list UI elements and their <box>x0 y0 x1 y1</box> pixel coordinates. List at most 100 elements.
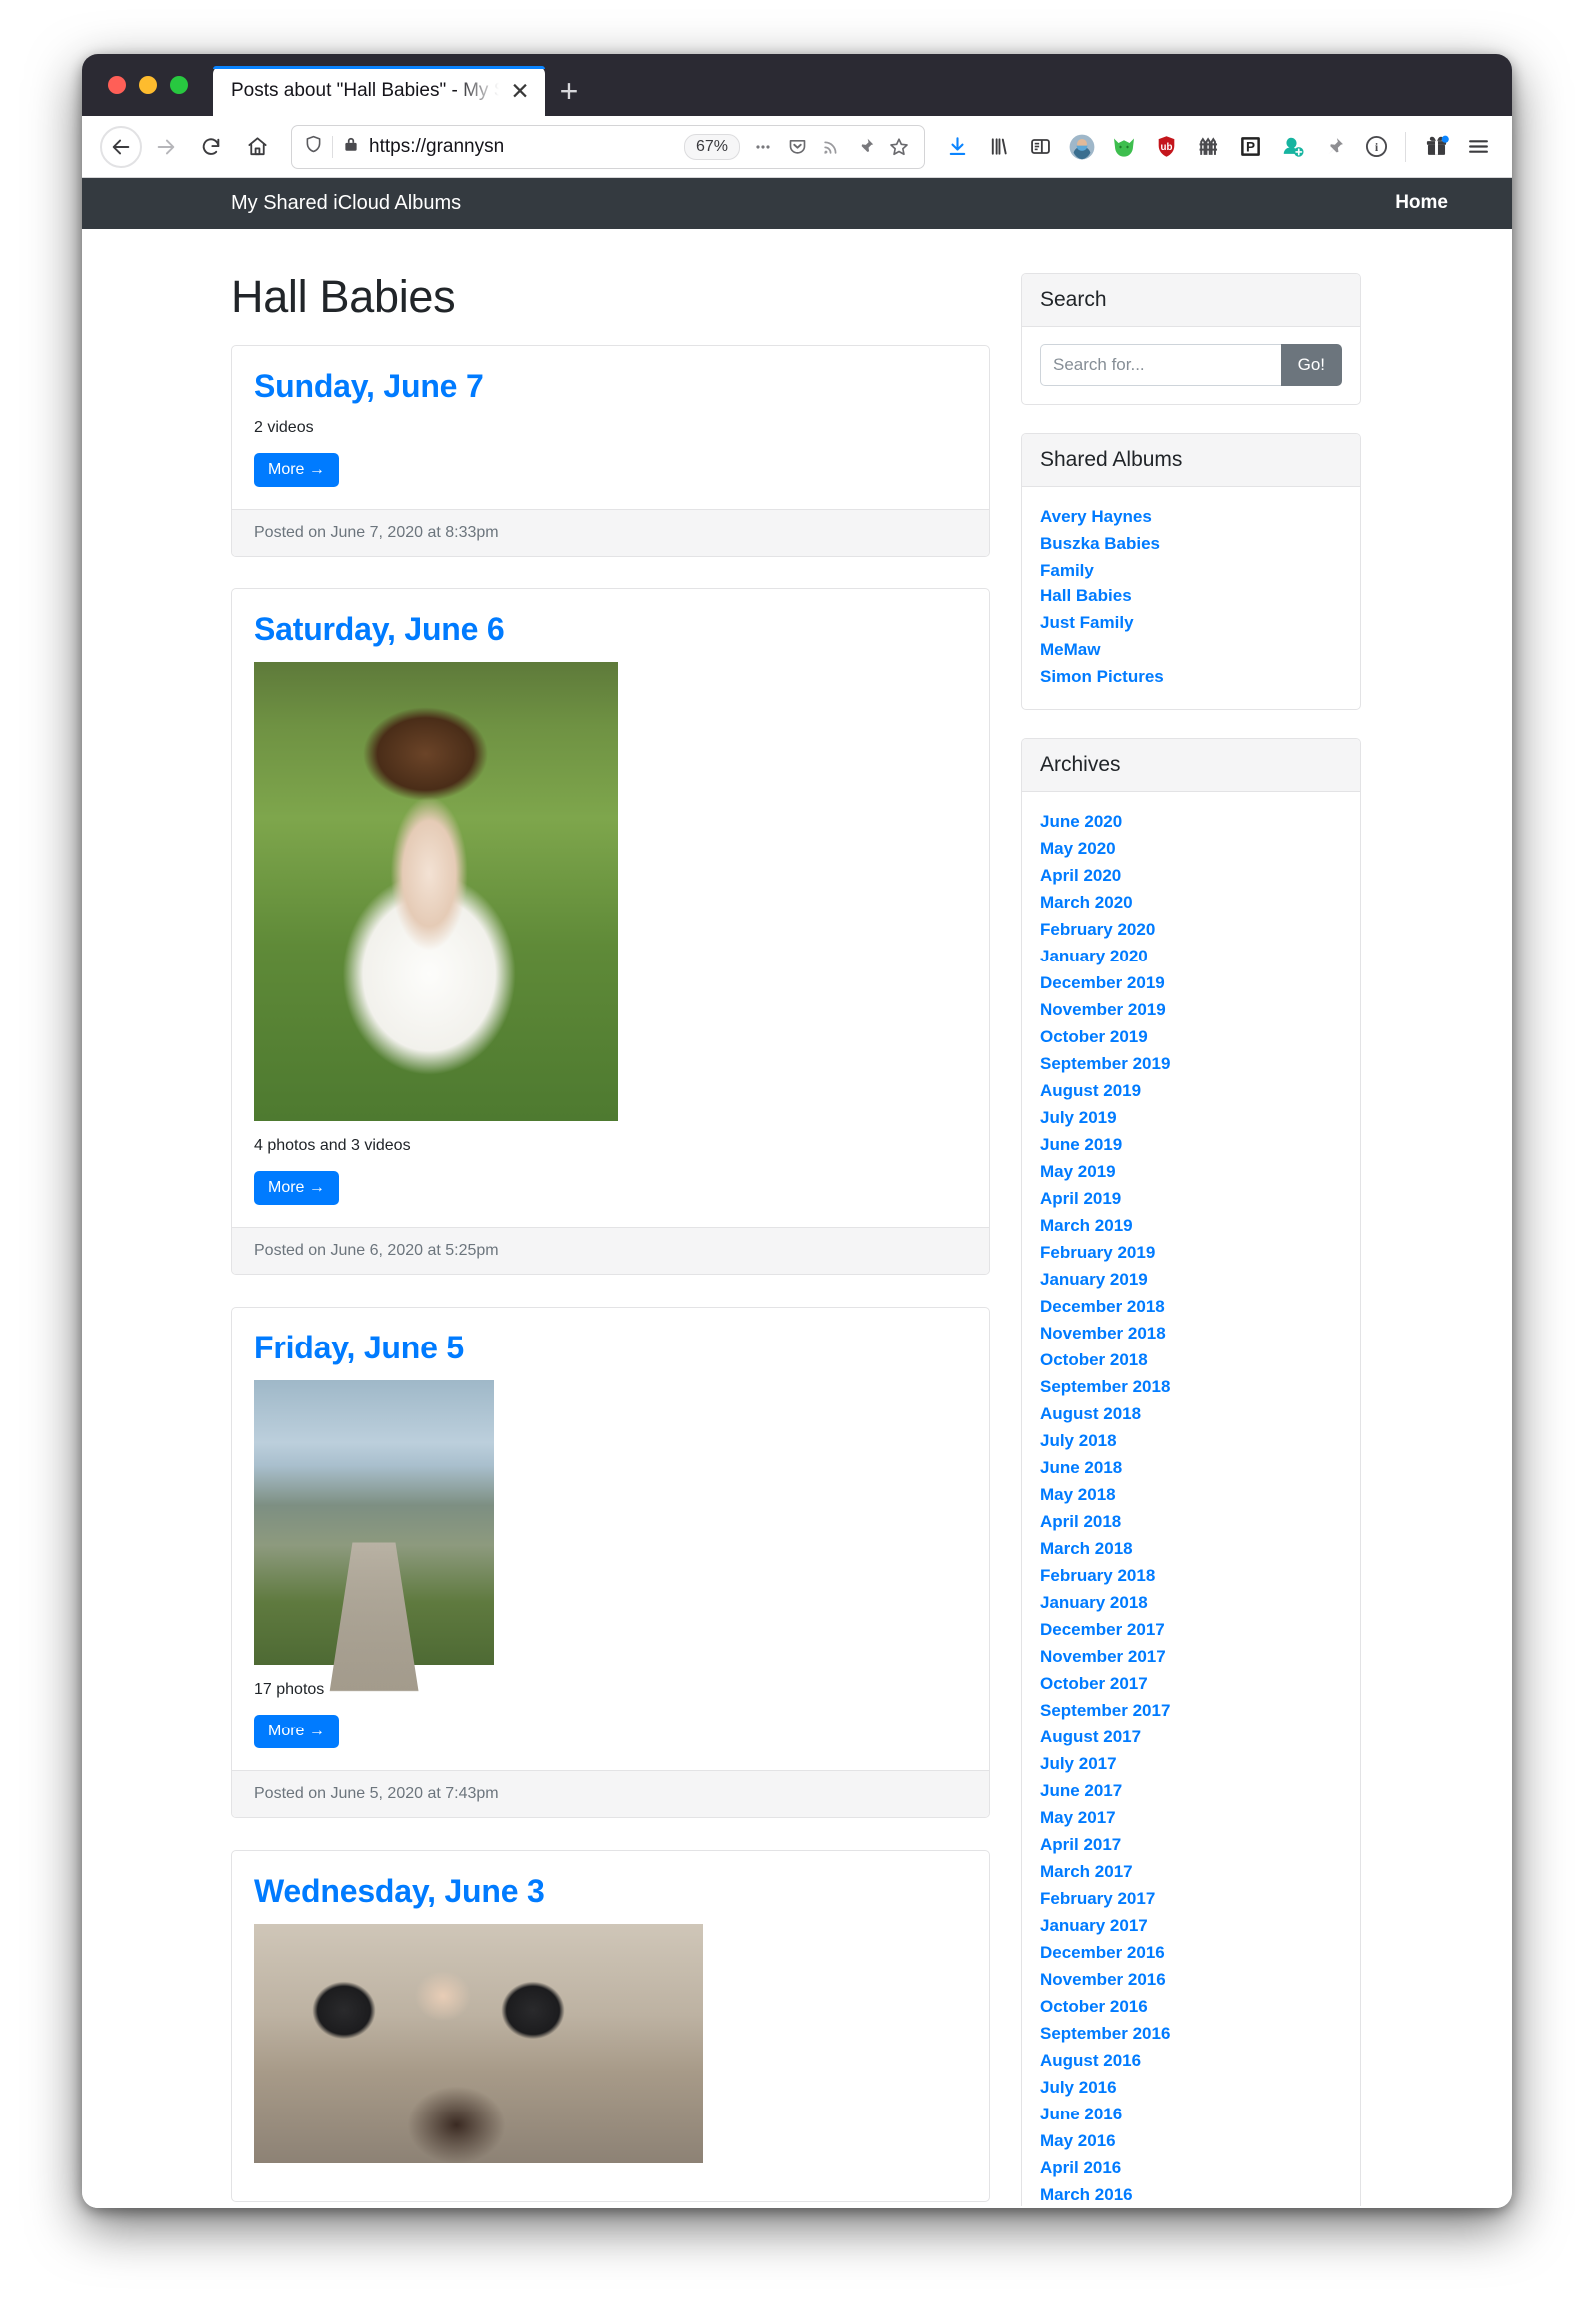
p-square-icon[interactable]: P <box>1230 127 1270 167</box>
archive-month-link[interactable]: June 2019 <box>1040 1132 1342 1158</box>
archive-month-link[interactable]: June 2016 <box>1040 2102 1342 2127</box>
archive-month-link[interactable]: September 2018 <box>1040 1374 1342 1400</box>
archive-month-link[interactable]: April 2017 <box>1040 1832 1342 1858</box>
archive-month-link[interactable]: December 2019 <box>1040 970 1342 996</box>
archive-month-link[interactable]: February 2017 <box>1040 1886 1342 1912</box>
archive-month-link[interactable]: May 2019 <box>1040 1159 1342 1185</box>
archive-month-link[interactable]: July 2019 <box>1040 1105 1342 1131</box>
pin-gray-icon[interactable] <box>1314 127 1354 167</box>
archive-month-link[interactable]: November 2019 <box>1040 997 1342 1023</box>
archive-month-link[interactable]: March 2018 <box>1040 1536 1342 1562</box>
new-tab-button[interactable]: + <box>545 66 593 116</box>
site-brand[interactable]: My Shared iCloud Albums <box>82 192 461 215</box>
ublock-shield-icon[interactable]: ub <box>1146 127 1186 167</box>
archive-month-link[interactable]: May 2017 <box>1040 1805 1342 1831</box>
archive-month-link[interactable]: March 2020 <box>1040 890 1342 916</box>
close-tab-icon[interactable]: ✕ <box>507 78 533 104</box>
archive-month-link[interactable]: October 2018 <box>1040 1347 1342 1373</box>
page-actions-ellipsis-icon[interactable] <box>746 130 780 164</box>
archive-month-link[interactable]: December 2017 <box>1040 1617 1342 1643</box>
sidebar-icon[interactable] <box>1020 127 1060 167</box>
archive-month-link[interactable]: October 2016 <box>1040 1994 1342 2020</box>
archive-month-link[interactable]: March 2016 <box>1040 2182 1342 2208</box>
back-button[interactable] <box>100 125 142 168</box>
star-icon[interactable] <box>882 130 916 164</box>
forward-button[interactable] <box>144 125 188 169</box>
archive-month-link[interactable]: August 2017 <box>1040 1725 1342 1750</box>
archive-month-link[interactable]: January 2020 <box>1040 944 1342 969</box>
shared-album-link[interactable]: Hall Babies <box>1040 583 1342 609</box>
rss-icon[interactable] <box>814 130 848 164</box>
shield-icon[interactable] <box>303 134 324 160</box>
archive-month-link[interactable]: March 2019 <box>1040 1213 1342 1239</box>
fence-icon[interactable] <box>1188 127 1228 167</box>
archive-month-link[interactable]: December 2016 <box>1040 1940 1342 1966</box>
archive-month-link[interactable]: May 2016 <box>1040 2128 1342 2154</box>
shared-album-link[interactable]: Family <box>1040 558 1342 583</box>
zoom-level-badge[interactable]: 67% <box>683 133 740 160</box>
shared-album-link[interactable]: Avery Haynes <box>1040 504 1342 530</box>
archive-month-link[interactable]: August 2016 <box>1040 2048 1342 2074</box>
minimize-window-button[interactable] <box>139 76 157 94</box>
archive-month-link[interactable]: May 2018 <box>1040 1482 1342 1508</box>
fox-icon[interactable] <box>1104 127 1144 167</box>
add-person-icon[interactable] <box>1272 127 1312 167</box>
shared-album-link[interactable]: Just Family <box>1040 610 1342 636</box>
archive-month-link[interactable]: March 2017 <box>1040 1859 1342 1885</box>
post-title-link[interactable]: Saturday, June 6 <box>254 611 967 648</box>
archive-month-link[interactable]: August 2018 <box>1040 1401 1342 1427</box>
library-icon[interactable] <box>979 127 1018 167</box>
archive-month-link[interactable]: July 2018 <box>1040 1428 1342 1454</box>
archive-month-link[interactable]: October 2017 <box>1040 1671 1342 1697</box>
archive-month-link[interactable]: November 2018 <box>1040 1321 1342 1346</box>
archive-month-link[interactable]: April 2016 <box>1040 2155 1342 2181</box>
archive-month-link[interactable]: January 2019 <box>1040 1267 1342 1293</box>
archive-month-link[interactable]: August 2019 <box>1040 1078 1342 1104</box>
maximize-window-button[interactable] <box>170 76 188 94</box>
archive-month-link[interactable]: February 2019 <box>1040 1240 1342 1266</box>
reload-button[interactable] <box>190 125 233 169</box>
archive-month-link[interactable]: November 2017 <box>1040 1644 1342 1670</box>
archive-month-link[interactable]: May 2020 <box>1040 836 1342 862</box>
pocket-icon[interactable] <box>780 130 814 164</box>
archive-month-link[interactable]: February 2020 <box>1040 917 1342 943</box>
search-input[interactable] <box>1040 344 1281 386</box>
hamburger-menu-icon[interactable] <box>1458 127 1498 167</box>
gift-icon[interactable] <box>1416 127 1456 167</box>
archive-month-link[interactable]: November 2016 <box>1040 1967 1342 1993</box>
post-title-link[interactable]: Friday, June 5 <box>254 1330 967 1366</box>
browser-tab-active[interactable]: Posts about "Hall Babies" - My Shar ✕ <box>213 66 545 116</box>
post-thumbnail-image[interactable] <box>254 662 618 1121</box>
home-button[interactable] <box>235 125 279 169</box>
archive-month-link[interactable]: October 2019 <box>1040 1024 1342 1050</box>
archive-month-link[interactable]: December 2018 <box>1040 1294 1342 1320</box>
archive-month-link[interactable]: April 2018 <box>1040 1509 1342 1535</box>
archive-month-link[interactable]: September 2017 <box>1040 1698 1342 1724</box>
info-circle-icon[interactable]: i <box>1356 127 1396 167</box>
search-go-button[interactable]: Go! <box>1280 344 1342 386</box>
archive-month-link[interactable]: January 2018 <box>1040 1590 1342 1616</box>
shared-album-link[interactable]: MeMaw <box>1040 637 1342 663</box>
more-button[interactable]: More → <box>254 1715 339 1748</box>
post-thumbnail-image[interactable] <box>254 1380 494 1665</box>
shared-album-link[interactable]: Buszka Babies <box>1040 531 1342 557</box>
nav-link-home[interactable]: Home <box>1396 192 1448 214</box>
archive-month-link[interactable]: June 2020 <box>1040 809 1342 835</box>
shared-album-link[interactable]: Simon Pictures <box>1040 664 1342 690</box>
archive-month-link[interactable]: September 2016 <box>1040 2021 1342 2047</box>
url-bar[interactable]: https://grannysn 67% <box>291 124 925 169</box>
archive-month-link[interactable]: June 2018 <box>1040 1455 1342 1481</box>
downloads-icon[interactable] <box>937 127 977 167</box>
lock-icon[interactable] <box>342 134 360 159</box>
archive-month-link[interactable]: September 2019 <box>1040 1051 1342 1077</box>
avatar-icon[interactable] <box>1062 127 1102 167</box>
archive-month-link[interactable]: June 2017 <box>1040 1778 1342 1804</box>
post-thumbnail-image[interactable] <box>254 1924 703 2163</box>
archive-month-link[interactable]: July 2017 <box>1040 1751 1342 1777</box>
archive-month-link[interactable]: July 2016 <box>1040 2075 1342 2101</box>
post-title-link[interactable]: Sunday, June 7 <box>254 368 967 405</box>
archive-month-link[interactable]: February 2018 <box>1040 1563 1342 1589</box>
close-window-button[interactable] <box>108 76 126 94</box>
more-button[interactable]: More → <box>254 453 339 487</box>
more-button[interactable]: More → <box>254 1171 339 1205</box>
